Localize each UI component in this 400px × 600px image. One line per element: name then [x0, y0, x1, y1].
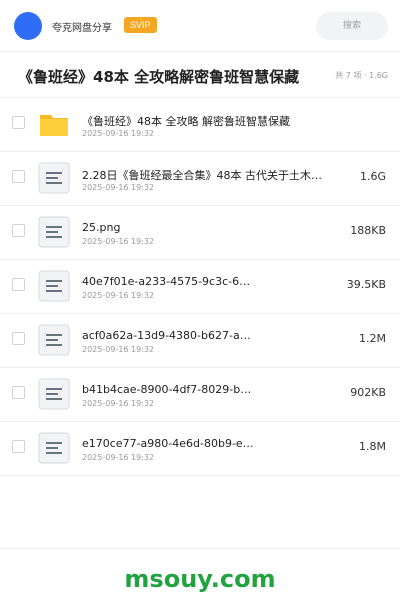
list-item[interactable]: 40e7f01e-a233-4575-9c3c-6… 2025-09-16 19…: [0, 260, 400, 314]
file-name: acf0a62a-13d9-4380-b627-a…: [82, 329, 251, 342]
file-date: 2025-09-16 19:32: [82, 291, 155, 300]
file-size: 39.5KB: [346, 278, 386, 291]
page-title: 《鲁班经》48本 全攻略解密鲁班智慧保藏: [18, 68, 300, 86]
file-size: 1.8M: [359, 440, 386, 453]
list-item[interactable]: 2.28日《鲁班经最全合集》48本 古代关于土木建… 2025-09-16 19…: [0, 152, 400, 206]
share-title-bar: 《鲁班经》48本 全攻略解密鲁班智慧保藏 共 7 项 · 1.6G: [0, 52, 400, 98]
file-doc-icon: [38, 432, 70, 464]
top-bar: 夸克网盘分享 SVIP 搜索: [0, 0, 400, 52]
file-date: 2025-09-16 19:32: [82, 129, 155, 138]
file-size: 1.2M: [359, 332, 386, 345]
avatar[interactable]: [14, 12, 42, 40]
list-item[interactable]: b41b4cae-8900-4df7-8029-b… 2025-09-16 19…: [0, 368, 400, 422]
list-item[interactable]: acf0a62a-13d9-4380-b627-a… 2025-09-16 19…: [0, 314, 400, 368]
list-item[interactable]: 《鲁班经》48本 全攻略 解密鲁班智慧保藏 2025-09-16 19:32: [0, 98, 400, 152]
folder-icon: [40, 115, 68, 136]
list-item[interactable]: 25.png 2025-09-16 19:32 188KB: [0, 206, 400, 260]
file-name: 2.28日《鲁班经最全合集》48本 古代关于土木建…: [82, 169, 327, 182]
file-size: 902KB: [350, 386, 386, 399]
watermark-text: msouy.com: [124, 565, 276, 593]
file-doc-icon: [38, 324, 70, 356]
file-name: 《鲁班经》48本 全攻略 解密鲁班智慧保藏: [82, 115, 290, 128]
file-date: 2025-09-16 19:32: [82, 453, 155, 462]
file-size: 1.6G: [359, 170, 386, 183]
file-doc-icon: [38, 162, 70, 194]
share-meta: 共 7 项 · 1.6G: [335, 71, 388, 80]
select-checkbox[interactable]: [12, 170, 25, 183]
file-name: b41b4cae-8900-4df7-8029-b…: [82, 383, 252, 396]
file-name: 25.png: [82, 221, 121, 234]
footer: msouy.com: [0, 548, 400, 600]
select-checkbox[interactable]: [12, 278, 25, 291]
brand-name: 夸克网盘分享: [52, 23, 112, 34]
select-checkbox[interactable]: [12, 440, 25, 453]
search-button[interactable]: 搜索: [316, 12, 388, 40]
file-date: 2025-09-16 19:32: [82, 345, 155, 354]
file-date: 2025-09-16 19:32: [82, 399, 155, 408]
select-checkbox[interactable]: [12, 332, 25, 345]
file-doc-icon: [38, 378, 70, 410]
file-date: 2025-09-16 19:32: [82, 183, 155, 192]
file-doc-icon: [38, 216, 70, 248]
select-checkbox[interactable]: [12, 386, 25, 399]
file-doc-icon: [38, 270, 70, 302]
select-checkbox[interactable]: [12, 116, 25, 129]
file-list: 《鲁班经》48本 全攻略 解密鲁班智慧保藏 2025-09-16 19:32 2…: [0, 98, 400, 476]
file-size: 188KB: [350, 224, 386, 237]
file-name: e170ce77-a980-4e6d-80b9-e…: [82, 437, 254, 450]
list-item[interactable]: e170ce77-a980-4e6d-80b9-e… 2025-09-16 19…: [0, 422, 400, 476]
file-name: 40e7f01e-a233-4575-9c3c-6…: [82, 275, 251, 288]
svip-badge: SVIP: [124, 17, 157, 33]
file-date: 2025-09-16 19:32: [82, 237, 155, 246]
select-checkbox[interactable]: [12, 224, 25, 237]
